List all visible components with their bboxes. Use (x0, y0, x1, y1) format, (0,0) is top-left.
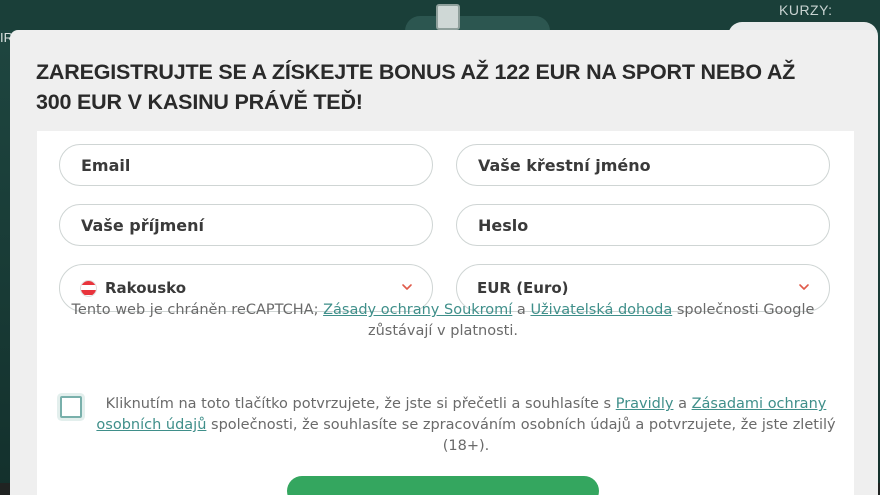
chevron-down-icon (799, 284, 809, 290)
austria-flag-icon (80, 279, 97, 297)
recaptcha-text: Tento web je chráněn reCAPTCHA; (71, 302, 324, 318)
google-privacy-link[interactable]: Zásady ochrany Soukromí (323, 302, 512, 318)
country-selected-value: Rakousko (105, 279, 187, 297)
consent-prefix: Kliknutím na toto tlačítko potvrzujete, … (105, 396, 616, 412)
consent-checkbox[interactable] (60, 396, 82, 418)
consent-text: Kliknutím na toto tlačítko potvrzujete, … (96, 394, 836, 457)
consent-and: a (673, 396, 692, 412)
register-button[interactable] (287, 476, 599, 495)
password-input[interactable] (478, 215, 829, 235)
first-name-input[interactable] (478, 155, 829, 175)
phone-icon (436, 4, 460, 30)
modal-title: ZAREGISTRUJTE SE A ZÍSKEJTE BONUS AŽ 122… (36, 60, 796, 114)
chevron-down-icon (402, 284, 412, 290)
google-terms-link[interactable]: Uživatelská dohoda (530, 302, 672, 318)
password-field[interactable] (456, 204, 830, 246)
last-name-field[interactable] (59, 204, 433, 246)
recaptcha-and: a (512, 302, 531, 318)
last-name-input[interactable] (81, 215, 432, 235)
odds-label: KURZY: (779, 2, 833, 18)
first-name-field[interactable] (456, 144, 830, 186)
rules-link[interactable]: Pravidly (616, 396, 674, 412)
recaptcha-notice: Tento web je chráněn reCAPTCHA; Zásady o… (58, 300, 828, 342)
currency-selected-value: EUR (Euro) (477, 279, 569, 297)
email-field[interactable] (59, 144, 433, 186)
email-input[interactable] (81, 155, 432, 175)
consent-suffix: společnosti, že souhlasíte se zpracování… (206, 417, 836, 454)
